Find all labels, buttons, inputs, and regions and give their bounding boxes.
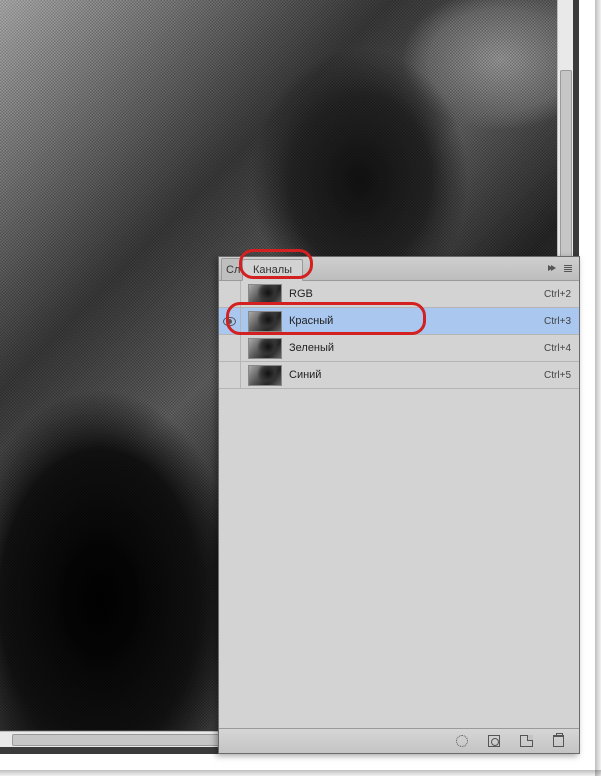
load-selection-icon	[456, 735, 468, 747]
channel-shortcut: Ctrl+5	[544, 370, 571, 381]
delete-channel-button[interactable]	[549, 733, 567, 749]
channel-thumbnail	[248, 338, 282, 359]
panel-footer	[219, 728, 579, 753]
channel-name: RGB	[289, 288, 544, 300]
channel-name: Зеленый	[289, 342, 544, 354]
eye-icon	[223, 317, 236, 326]
tab-label: Каналы	[253, 264, 292, 276]
trash-icon	[553, 735, 564, 747]
tab-layers[interactable]: Сло	[221, 258, 243, 280]
visibility-toggle[interactable]	[219, 362, 241, 388]
load-selection-button[interactable]	[453, 733, 471, 749]
panel-menu-icon[interactable]	[561, 261, 575, 275]
panel-tabbar: Сло Каналы	[219, 257, 579, 281]
channels-panel: Сло Каналы RGBCtrl+2КрасныйCtrl+3Зеленый…	[218, 256, 580, 754]
new-channel-button[interactable]	[517, 733, 535, 749]
tab-label: Сло	[226, 264, 243, 276]
save-mask-button[interactable]	[485, 733, 503, 749]
channel-row[interactable]: ЗеленыйCtrl+4	[219, 335, 579, 362]
channel-name: Красный	[289, 315, 544, 327]
channel-row[interactable]: СинийCtrl+5	[219, 362, 579, 389]
new-channel-icon	[520, 735, 533, 747]
channel-shortcut: Ctrl+3	[544, 316, 571, 327]
channel-shortcut: Ctrl+2	[544, 289, 571, 300]
channel-thumbnail	[248, 311, 282, 332]
tab-channels[interactable]: Каналы	[242, 259, 303, 281]
channel-list: RGBCtrl+2КрасныйCtrl+3ЗеленыйCtrl+4Синий…	[219, 281, 579, 389]
scroll-thumb[interactable]	[12, 734, 252, 746]
channel-thumbnail	[248, 284, 282, 305]
double-arrow-icon[interactable]	[545, 261, 559, 275]
visibility-toggle[interactable]	[219, 335, 241, 361]
channel-name: Синий	[289, 369, 544, 381]
channel-row[interactable]: RGBCtrl+2	[219, 281, 579, 308]
visibility-toggle[interactable]	[219, 308, 241, 334]
channel-thumbnail	[248, 365, 282, 386]
visibility-toggle[interactable]	[219, 281, 241, 307]
save-mask-icon	[488, 735, 500, 747]
scroll-thumb[interactable]	[560, 70, 572, 270]
channel-shortcut: Ctrl+4	[544, 343, 571, 354]
channel-row[interactable]: КрасныйCtrl+3	[219, 308, 579, 335]
